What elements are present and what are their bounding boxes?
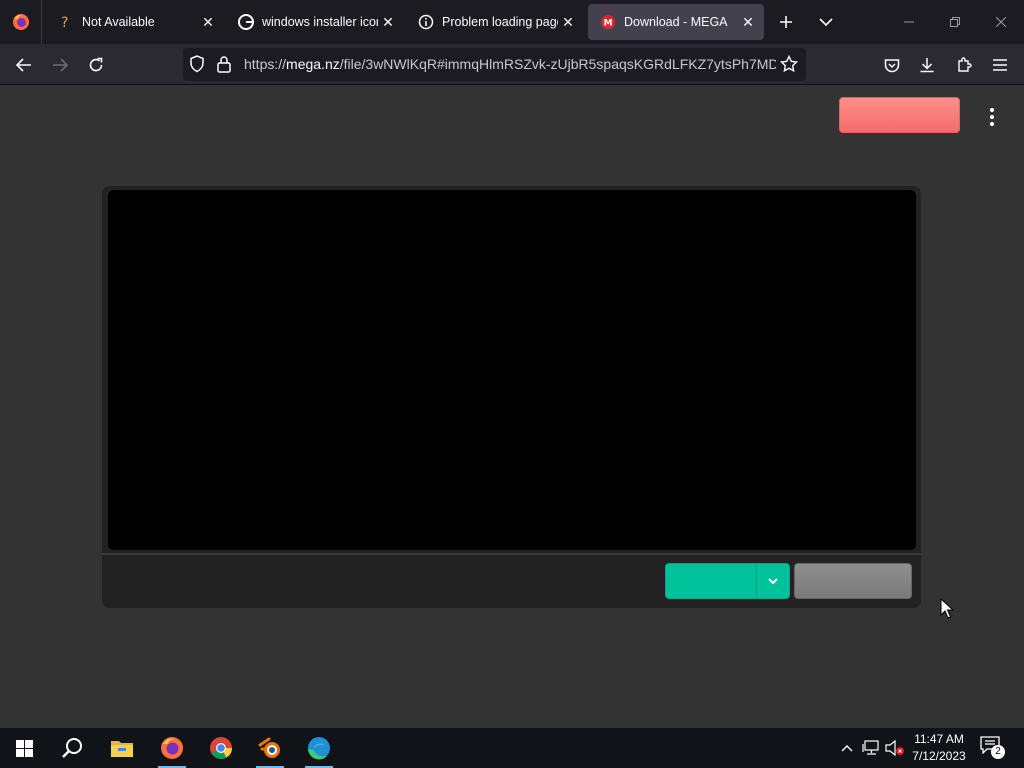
tab-title: windows installer icon (262, 15, 378, 29)
pocket-icon (884, 58, 900, 72)
clock-time: 11:47 AM (914, 732, 964, 746)
search-button[interactable] (48, 728, 96, 768)
new-tab-button[interactable] (774, 10, 798, 34)
svg-text:M: M (604, 19, 613, 29)
lock-icon[interactable] (217, 55, 231, 78)
extensions-button[interactable] (949, 50, 979, 80)
chevron-down-icon (768, 577, 778, 584)
tab-title: Problem loading page (442, 15, 558, 29)
pocket-button[interactable] (877, 50, 907, 80)
firefox-taskbar-button[interactable] (148, 728, 196, 768)
tab-problem-loading-page[interactable]: Problem loading page ✕ (406, 4, 584, 40)
start-button[interactable] (0, 728, 48, 768)
reload-icon (89, 57, 103, 72)
search-icon (62, 738, 82, 758)
volume-muted-icon (885, 740, 904, 756)
secondary-action-button[interactable] (794, 563, 912, 599)
tab-title: Download - MEGA (624, 15, 728, 29)
chevron-down-icon (819, 18, 833, 27)
edge-icon (308, 737, 330, 760)
volume-button[interactable] (884, 728, 906, 768)
notification-count-badge: 2 (991, 745, 1005, 759)
tracking-protection-shield-icon[interactable] (189, 55, 205, 78)
close-tab-icon[interactable]: ✕ (198, 12, 218, 32)
url-path: /file/3wNWlKqR#immqHlmRSZvk-zUjbR5spaqsK… (339, 56, 776, 72)
clock-date: 7/12/2023 (912, 749, 966, 763)
tab-download-mega[interactable]: M Download - MEGA ✕ (588, 4, 764, 40)
puzzle-icon (958, 57, 972, 72)
close-tab-icon[interactable]: ✕ (378, 12, 398, 32)
media-preview[interactable] (108, 190, 916, 550)
close-window-button[interactable] (978, 0, 1024, 44)
windows-start-icon (15, 739, 33, 757)
close-tab-icon[interactable]: ✕ (558, 12, 578, 32)
windows-taskbar: 11:47 AM 7/12/2023 2 (0, 728, 1024, 768)
chrome-taskbar-button[interactable] (197, 728, 245, 768)
file-preview-panel (102, 186, 921, 608)
downloads-button[interactable] (912, 50, 942, 80)
list-all-tabs-button[interactable] (814, 10, 838, 34)
blender-taskbar-button[interactable] (246, 728, 294, 768)
tab-title: Not Available (82, 15, 155, 29)
show-hidden-icons-button[interactable] (838, 728, 856, 768)
blender-icon (258, 737, 280, 758)
chrome-icon (210, 737, 232, 759)
url-host: mega.nz (286, 56, 340, 72)
bookmark-star-icon[interactable] (779, 54, 799, 78)
close-tab-icon[interactable]: ✕ (738, 12, 758, 32)
download-button[interactable] (665, 563, 790, 599)
chevron-up-icon (841, 745, 853, 752)
svg-text:?: ? (61, 15, 68, 30)
edge-taskbar-button[interactable] (295, 728, 343, 768)
question-favicon-icon: ? (58, 14, 74, 30)
forward-button[interactable] (45, 50, 75, 80)
google-favicon-icon (238, 14, 254, 30)
tab-not-available[interactable]: ? Not Available ✕ (46, 4, 224, 40)
minimize-button[interactable] (886, 0, 932, 44)
top-action-button[interactable] (839, 97, 960, 133)
url-bar[interactable]: https://mega.nz/file/3wNWlKqR#immqHlmRSZ… (183, 48, 806, 81)
tab-windows-installer-icon[interactable]: windows installer icon ✕ (226, 4, 404, 40)
system-clock[interactable]: 11:47 AM 7/12/2023 (906, 731, 972, 765)
download-options-dropdown[interactable] (757, 564, 789, 598)
download-icon (920, 58, 934, 73)
firefox-icon (12, 14, 29, 30)
firefox-icon (161, 737, 183, 759)
arrow-left-icon (16, 58, 31, 72)
mega-favicon-icon: M (600, 14, 616, 30)
app-menu-button[interactable] (985, 50, 1015, 80)
tab-bar: ? Not Available ✕ windows installer icon… (0, 0, 1024, 44)
firefox-view-button[interactable] (0, 0, 42, 44)
navigation-toolbar: https://mega.nz/file/3wNWlKqR#immqHlmRSZ… (0, 44, 1024, 85)
reload-button[interactable] (81, 50, 111, 80)
arrow-right-icon (53, 58, 68, 72)
close-icon (996, 17, 1006, 27)
page-content (0, 85, 1024, 728)
network-icon (862, 740, 879, 755)
info-favicon-icon (418, 14, 434, 30)
url-text[interactable]: https://mega.nz/file/3wNWlKqR#immqHlmRSZ… (244, 56, 776, 72)
back-button[interactable] (9, 50, 39, 80)
restore-icon (950, 17, 960, 27)
restore-button[interactable] (932, 0, 978, 44)
minimize-icon (904, 21, 914, 23)
network-button[interactable] (860, 728, 882, 768)
mouse-pointer-icon (940, 598, 954, 619)
more-options-icon[interactable] (980, 105, 1004, 129)
file-explorer-icon (111, 741, 133, 757)
hamburger-menu-icon (993, 59, 1007, 71)
action-center-button[interactable]: 2 (980, 736, 1006, 760)
url-prefix: https:// (244, 56, 287, 72)
divider (102, 553, 921, 555)
file-explorer-button[interactable] (98, 728, 146, 768)
plus-icon (780, 16, 792, 28)
